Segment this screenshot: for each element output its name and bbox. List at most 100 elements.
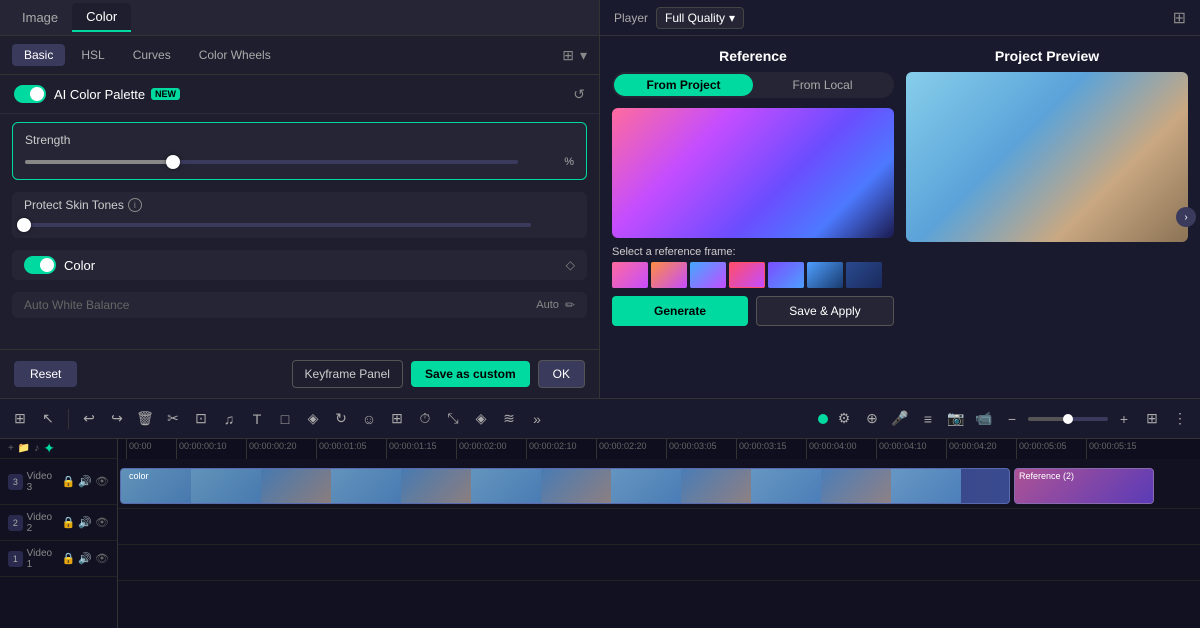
thumbnail-3[interactable] <box>690 262 726 288</box>
tab-color[interactable]: Color <box>72 3 131 32</box>
transform-icon[interactable]: ⤡ <box>441 407 465 431</box>
sub-tab-curves[interactable]: Curves <box>121 44 183 66</box>
effect-icon[interactable]: ◈ <box>469 407 493 431</box>
video-track-3-row: color <box>118 463 1200 509</box>
layout-icon[interactable]: ⊞ <box>8 407 32 431</box>
split-view-icon[interactable]: ⊞ <box>562 47 574 64</box>
track-3-control: 3 Video 3 🔒 🔊 👁 <box>0 459 117 505</box>
quality-select[interactable]: Full Quality ▾ <box>656 7 744 29</box>
rect-icon[interactable]: □ <box>273 407 297 431</box>
tab-image[interactable]: Image <box>8 4 72 31</box>
track-3-speaker[interactable]: 🔊 <box>78 475 92 488</box>
quality-chevron: ▾ <box>729 11 735 25</box>
color-toggle[interactable] <box>24 256 56 274</box>
sub-tab-color-wheels[interactable]: Color Wheels <box>187 44 283 66</box>
ok-button[interactable]: OK <box>538 360 585 388</box>
music-icon[interactable]: ♪ <box>34 443 39 454</box>
strength-slider[interactable] <box>25 160 518 164</box>
thumbnail-7[interactable] <box>846 262 882 288</box>
track-1-lock[interactable]: 🔒 <box>62 552 76 565</box>
track-2-lock[interactable]: 🔒 <box>62 516 76 529</box>
audio-icon[interactable]: ♫ <box>217 407 241 431</box>
zoom-out-icon[interactable]: − <box>1000 407 1024 431</box>
folder-icon[interactable]: 📁 <box>18 443 30 454</box>
redo-icon[interactable]: ↪ <box>105 407 129 431</box>
thumbnail-6[interactable] <box>807 262 843 288</box>
fill-icon[interactable]: ◈ <box>301 407 325 431</box>
track-3-eye[interactable]: 👁 <box>95 475 109 488</box>
save-custom-button[interactable]: Save as custom <box>411 361 530 387</box>
pencil-icon[interactable]: ✏ <box>565 298 575 312</box>
magic-icon[interactable]: ✦ <box>43 440 55 457</box>
right-top-bar: Player Full Quality ▾ ⊞ <box>600 0 1200 36</box>
loop-icon[interactable]: ↻ <box>329 407 353 431</box>
keyframe-panel-button[interactable]: Keyframe Panel <box>292 360 403 388</box>
tick-7: 00:00:02:20 <box>596 439 666 459</box>
shield-icon[interactable]: ⊕ <box>860 407 884 431</box>
new-badge: NEW <box>151 88 180 100</box>
track-1-eye[interactable]: 👁 <box>95 552 109 565</box>
preview-col: Project Preview › <box>906 48 1188 386</box>
main-clip[interactable]: color <box>120 468 1010 504</box>
crop-icon[interactable]: ⊡ <box>189 407 213 431</box>
video-icon[interactable]: 📹 <box>972 407 996 431</box>
generate-button[interactable]: Generate <box>612 296 748 326</box>
strength-input[interactable]: 30 <box>526 155 562 169</box>
sub-tab-hsl[interactable]: HSL <box>69 44 116 66</box>
grid-icon[interactable]: ⊞ <box>1173 8 1186 28</box>
track-add-icon[interactable]: + <box>8 443 14 454</box>
next-frame-button[interactable]: › <box>1176 207 1196 227</box>
from-project-tab[interactable]: From Project <box>614 74 753 96</box>
settings-icon[interactable]: ⚙ <box>832 407 856 431</box>
skin-input[interactable]: 0 <box>539 218 575 232</box>
info-icon[interactable]: i <box>128 198 142 212</box>
action-row: Reset Keyframe Panel Save as custom OK <box>0 349 599 398</box>
zoom-in-icon[interactable]: + <box>1112 407 1136 431</box>
reset-button[interactable]: Reset <box>14 361 77 387</box>
save-apply-button[interactable]: Save & Apply <box>756 296 894 326</box>
diamond-icon[interactable]: ◇ <box>566 258 575 272</box>
color-icon[interactable]: ≋ <box>497 407 521 431</box>
thumbnail-strip <box>612 262 894 288</box>
track-2-speaker[interactable]: 🔊 <box>78 516 92 529</box>
delete-icon[interactable]: 🗑 <box>133 407 157 431</box>
reset-icon[interactable]: ↺ <box>573 86 585 103</box>
grid-layout-icon[interactable]: ⊞ <box>1140 407 1164 431</box>
strength-slider-row: 30 % <box>25 155 574 169</box>
ai-palette-toggle[interactable] <box>14 85 46 103</box>
thumbnail-5[interactable] <box>768 262 804 288</box>
track-3-icons: 🔒 🔊 👁 <box>62 475 109 488</box>
mic-icon[interactable]: 🎤 <box>888 407 912 431</box>
track-1-speaker[interactable]: 🔊 <box>78 552 92 565</box>
cut-icon[interactable]: ✂ <box>161 407 185 431</box>
track-3-lock[interactable]: 🔒 <box>62 475 76 488</box>
more-icon[interactable]: » <box>525 407 549 431</box>
select-icon[interactable]: ↖ <box>36 407 60 431</box>
sub-tab-basic[interactable]: Basic <box>12 44 65 66</box>
text-icon[interactable]: T <box>245 407 269 431</box>
ref-clip[interactable]: Reference (2) <box>1014 468 1154 504</box>
media-icon[interactable]: ⊞ <box>385 407 409 431</box>
camera-icon[interactable]: 📷 <box>944 407 968 431</box>
chevron-down-icon[interactable]: ▾ <box>580 47 587 64</box>
strength-thumb[interactable] <box>166 155 180 169</box>
skin-slider[interactable] <box>24 223 531 227</box>
thumbnail-1[interactable] <box>612 262 648 288</box>
strength-value-box: 30 % <box>526 155 574 169</box>
from-local-tab[interactable]: From Local <box>753 74 892 96</box>
ref-clip-label: Reference (2) <box>1019 471 1074 481</box>
auto-wb-label: Auto White Balance <box>24 298 536 312</box>
tick-13: 00:00:05:05 <box>1016 439 1086 459</box>
undo-icon[interactable]: ↩ <box>77 407 101 431</box>
timer-icon[interactable]: ⏱ <box>413 407 437 431</box>
thumbnail-2[interactable] <box>651 262 687 288</box>
tick-4: 00:00:01:15 <box>386 439 456 459</box>
view-toggle-icons[interactable]: ⊞ ▾ <box>562 47 587 64</box>
track-2-eye[interactable]: 👁 <box>95 516 109 529</box>
more2-icon[interactable]: ⋮ <box>1168 407 1192 431</box>
track-icon[interactable]: ≡ <box>916 407 940 431</box>
thumbnail-4[interactable] <box>729 262 765 288</box>
ai-palette-row: AI Color Palette NEW ↺ <box>0 75 599 114</box>
zoom-slider[interactable] <box>1028 417 1108 421</box>
emoji-icon[interactable]: ☺ <box>357 407 381 431</box>
